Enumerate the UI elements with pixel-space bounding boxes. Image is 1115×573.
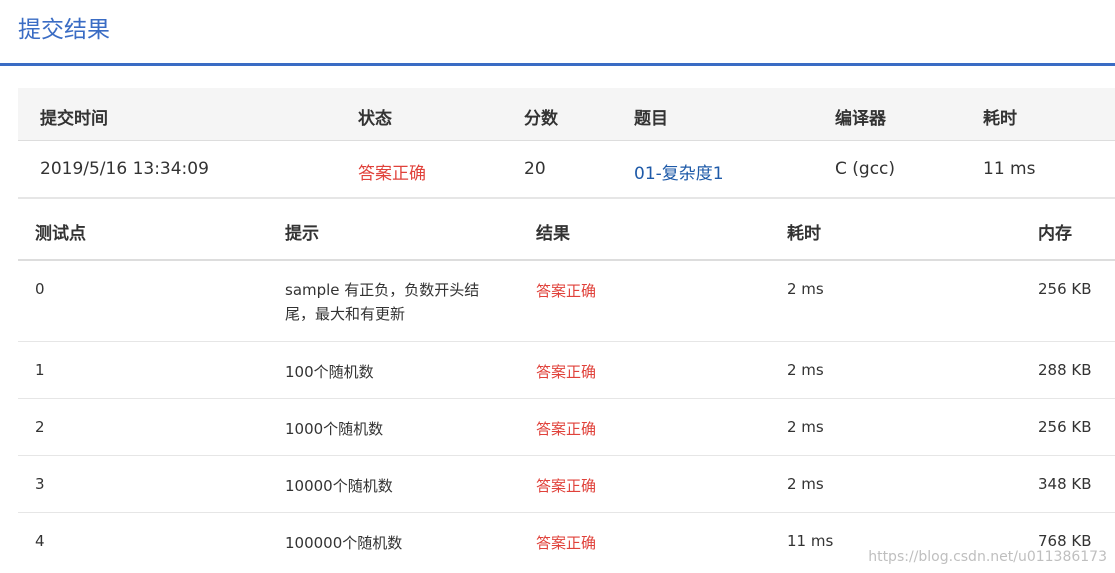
- test-memory: 288 KB: [1038, 361, 1092, 379]
- compiler: C (gcc): [835, 159, 896, 179]
- test-memory: 256 KB: [1038, 280, 1092, 298]
- header-hint: 提示: [285, 224, 319, 244]
- test-hint: 10000个随机数: [285, 477, 393, 495]
- submit-time: 2019/5/16 13:34:09: [40, 159, 209, 179]
- header-test-point: 测试点: [35, 224, 86, 244]
- test-hint: 100个随机数: [285, 363, 374, 381]
- test-result: 答案正确: [536, 477, 597, 495]
- test-hint: 1000个随机数: [285, 420, 384, 438]
- page-header: 提交结果: [0, 0, 1115, 66]
- test-id: 2: [35, 418, 45, 436]
- table-row: 0 sample 有正负，负数开头结尾，最大和有更新 答案正确 2 ms 256…: [18, 261, 1115, 342]
- header-compiler: 编译器: [835, 109, 886, 129]
- test-time: 11 ms: [787, 532, 834, 550]
- duration: 11 ms: [983, 159, 1036, 179]
- header-submit-time: 提交时间: [40, 109, 108, 129]
- test-time: 2 ms: [787, 361, 824, 379]
- header-memory: 内存: [1038, 224, 1072, 244]
- status-badge: 答案正确: [358, 164, 426, 184]
- table-row: 3 10000个随机数 答案正确 2 ms 348 KB: [18, 456, 1115, 513]
- test-memory: 348 KB: [1038, 475, 1092, 493]
- test-memory: 768 KB: [1038, 532, 1092, 550]
- header-duration: 耗时: [983, 109, 1017, 129]
- summary-header-row: 提交时间 状态 分数 题目 编译器 耗时: [18, 88, 1115, 141]
- header-status: 状态: [358, 109, 392, 129]
- test-cases-table: 测试点 提示 结果 耗时 内存 0 sample 有正负，负数开头结尾，最大和有…: [18, 199, 1115, 569]
- tests-header-row: 测试点 提示 结果 耗时 内存: [18, 199, 1115, 261]
- header-problem: 题目: [634, 109, 668, 129]
- test-id: 1: [35, 361, 45, 379]
- header-result: 结果: [536, 224, 570, 244]
- page-title: 提交结果: [18, 17, 110, 43]
- test-hint: 100000个随机数: [285, 534, 403, 552]
- test-memory: 256 KB: [1038, 418, 1092, 436]
- test-id: 4: [35, 532, 45, 550]
- test-id: 0: [35, 280, 45, 298]
- test-result: 答案正确: [536, 420, 597, 438]
- problem-link[interactable]: 01-复杂度1: [634, 159, 724, 184]
- test-time: 2 ms: [787, 418, 824, 436]
- header-time: 耗时: [787, 224, 821, 244]
- test-result: 答案正确: [536, 534, 597, 552]
- score: 20: [524, 159, 546, 179]
- test-time: 2 ms: [787, 280, 824, 298]
- submission-summary-table: 提交时间 状态 分数 题目 编译器 耗时 2019/5/16 13:34:09 …: [18, 88, 1115, 199]
- test-result: 答案正确: [536, 363, 597, 381]
- test-hint: sample 有正负，负数开头结尾，最大和有更新: [285, 281, 480, 323]
- test-time: 2 ms: [787, 475, 824, 493]
- header-score: 分数: [524, 109, 558, 129]
- table-row: 2 1000个随机数 答案正确 2 ms 256 KB: [18, 399, 1115, 456]
- table-row: 1 100个随机数 答案正确 2 ms 288 KB: [18, 342, 1115, 399]
- test-id: 3: [35, 475, 45, 493]
- summary-row: 2019/5/16 13:34:09 答案正确 20 01-复杂度1 C (gc…: [18, 141, 1115, 199]
- watermark: https://blog.csdn.net/u011386173: [868, 549, 1107, 565]
- test-result: 答案正确: [536, 282, 597, 300]
